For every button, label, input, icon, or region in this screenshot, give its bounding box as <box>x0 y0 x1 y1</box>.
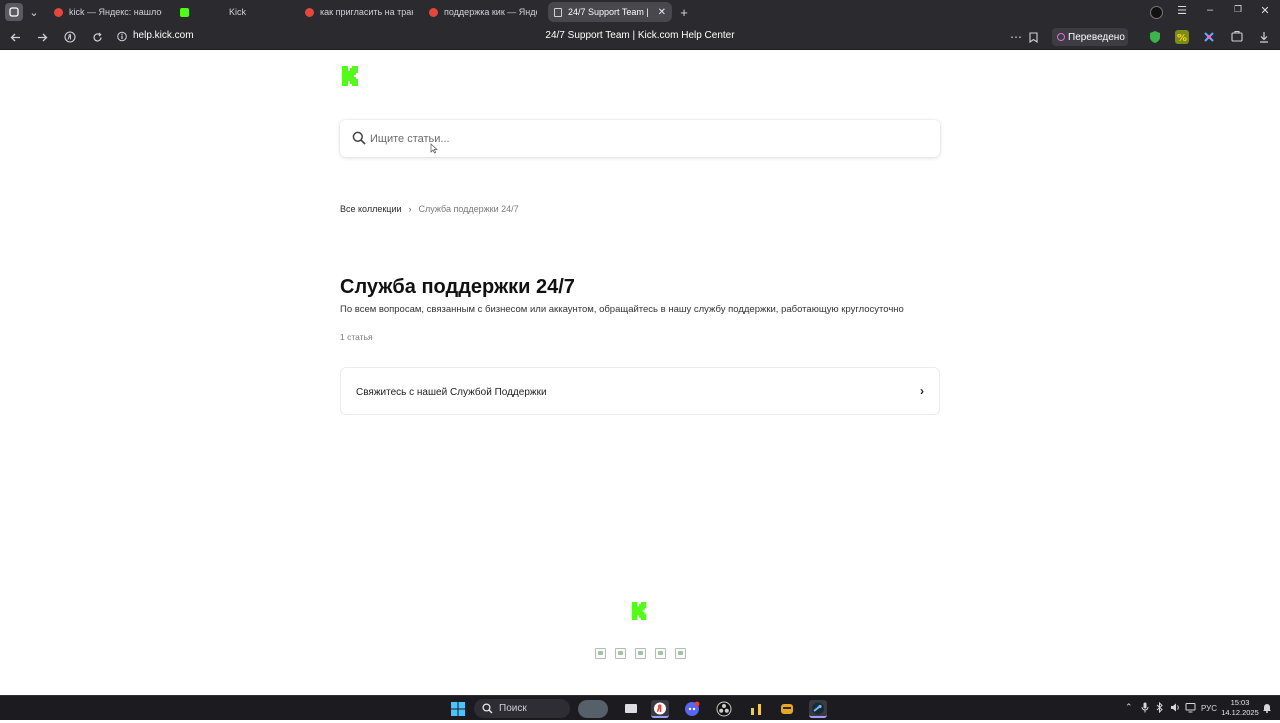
social-image-icon[interactable] <box>595 648 606 659</box>
breadcrumb: Все коллекции › Служба поддержки 24/7 <box>340 204 519 214</box>
tab-kick[interactable]: Kick <box>174 2 294 22</box>
url-text[interactable]: help.kick.com <box>133 30 194 41</box>
steam-icon[interactable] <box>809 700 827 718</box>
arrow-right-icon <box>37 33 47 41</box>
tab-title: kick — Яндекс: нашлось 1 <box>69 7 162 17</box>
svg-text:%: % <box>1177 33 1187 44</box>
windows-icon <box>451 702 465 716</box>
breadcrumb-separator: › <box>408 204 412 214</box>
browser-tab-bar: ⌄ kick — Яндекс: нашлось 1 Kick как приг… <box>0 0 1280 24</box>
translated-button[interactable]: Переведено <box>1052 28 1128 46</box>
social-image-icon[interactable] <box>615 648 626 659</box>
kick-logo-icon[interactable] <box>341 65 361 87</box>
tab-title: 24/7 Support Team | Kic <box>568 7 652 17</box>
minimize-button[interactable]: – <box>1198 4 1222 16</box>
translate-icon <box>1057 33 1065 41</box>
tab-yandex-support[interactable]: поддержка кик — Яндекс <box>423 2 543 22</box>
language-selector[interactable] <box>862 70 865 81</box>
chevron-right-icon: › <box>920 384 924 398</box>
back-button[interactable] <box>7 29 23 45</box>
address-bar: help.kick.com 24/7 Support Team | Kick.c… <box>0 24 1280 50</box>
clock-time: 15:03 <box>1230 698 1250 707</box>
close-icon[interactable]: ✕ <box>658 7 666 18</box>
yandex-browser-icon[interactable] <box>651 700 669 718</box>
windows-taskbar: Поиск ⌃ РУС 15:03 14.12.2025 <box>0 695 1280 720</box>
help-center-page: Все коллекции › Служба поддержки 24/7 Сл… <box>0 50 1280 695</box>
new-tab-button[interactable]: + <box>676 3 692 21</box>
mouse-cursor-icon <box>430 143 438 154</box>
article-count: 1 статья <box>340 332 373 342</box>
maximize-button[interactable]: ❐ <box>1226 4 1250 15</box>
search-icon <box>482 703 493 714</box>
display-icon[interactable] <box>1185 702 1196 715</box>
color-extension-icon[interactable] <box>1202 30 1216 44</box>
yandex-icon <box>429 7 438 17</box>
social-links <box>595 648 686 659</box>
tab-support-team[interactable]: 24/7 Support Team | Kic ✕ <box>548 2 672 22</box>
reload-button[interactable] <box>89 29 105 45</box>
microphone-icon[interactable] <box>1141 702 1149 715</box>
yandex-icon <box>64 31 76 43</box>
tab-title: как пригласить на трансл <box>320 7 413 17</box>
downloads-icon[interactable] <box>1257 30 1271 44</box>
volume-icon[interactable] <box>1170 702 1181 715</box>
search-input[interactable] <box>370 128 920 149</box>
yandex-icon <box>54 7 63 17</box>
input-language[interactable]: РУС <box>1201 704 1217 713</box>
social-image-icon[interactable] <box>655 648 666 659</box>
avatar-icon <box>1149 5 1163 19</box>
menu-icon[interactable]: ☰ <box>1170 4 1194 17</box>
social-image-icon[interactable] <box>635 648 646 659</box>
collection-title: Служба поддержки 24/7 <box>340 276 575 298</box>
coupon-extension-icon[interactable]: % <box>1175 30 1189 44</box>
breadcrumb-current: Служба поддержки 24/7 <box>418 204 519 214</box>
more-options-button[interactable]: ⋯ <box>1008 29 1024 45</box>
weather-widget-icon[interactable] <box>578 700 608 718</box>
tabs-dropdown-button[interactable]: ⌄ <box>26 3 42 21</box>
tab-title: поддержка кик — Яндекс <box>444 7 537 17</box>
article-title: Свяжитесь с нашей Службой Поддержки <box>356 387 547 398</box>
yandex-button[interactable] <box>62 29 78 45</box>
discord-icon[interactable] <box>683 700 701 718</box>
stats-app-icon[interactable] <box>747 700 765 718</box>
browser-logo-icon <box>9 7 19 17</box>
collection-description: По всем вопросам, связанным с бизнесом и… <box>340 304 904 315</box>
profile-avatar[interactable] <box>1148 3 1164 21</box>
system-clock[interactable]: 15:03 14.12.2025 <box>1220 698 1260 718</box>
obs-icon[interactable] <box>715 700 733 718</box>
bookmark-button[interactable] <box>1025 29 1041 45</box>
breadcrumb-all-collections[interactable]: Все коллекции <box>340 204 402 214</box>
refresh-icon <box>92 32 102 41</box>
close-window-button[interactable]: ✕ <box>1253 4 1277 17</box>
game-app-icon[interactable] <box>778 700 796 718</box>
translated-label: Переведено <box>1068 31 1125 43</box>
search-icon <box>352 131 366 145</box>
notifications-icon[interactable] <box>1262 702 1272 715</box>
site-info-icon[interactable] <box>117 31 127 42</box>
yandex-icon <box>305 7 314 17</box>
clock-date: 14.12.2025 <box>1221 708 1259 717</box>
taskbar-search[interactable]: Поиск <box>474 699 570 718</box>
bluetooth-icon[interactable] <box>1156 701 1164 715</box>
taskbar-search-label: Поиск <box>499 703 527 714</box>
start-button[interactable] <box>449 700 467 718</box>
footer-kick-logo-icon[interactable] <box>631 601 649 621</box>
social-image-icon[interactable] <box>675 648 686 659</box>
bookmark-icon <box>1028 31 1038 43</box>
tab-yandex-invite[interactable]: как пригласить на трансл <box>299 2 419 22</box>
tab-yandex-kick[interactable]: kick — Яндекс: нашлось 1 <box>48 2 168 22</box>
forward-button[interactable] <box>34 29 50 45</box>
extensions-icon[interactable] <box>1230 30 1244 44</box>
task-view-icon[interactable] <box>622 700 640 718</box>
tray-expand-icon[interactable]: ⌃ <box>1125 702 1133 713</box>
chevron-down-icon: ⌄ <box>29 6 39 19</box>
tab-title: Kick <box>229 7 247 17</box>
adblock-extension-icon[interactable] <box>1148 30 1162 44</box>
arrow-left-icon <box>10 33 20 41</box>
document-icon <box>554 7 562 17</box>
kick-icon <box>180 7 189 17</box>
browser-menu-button[interactable] <box>5 3 23 21</box>
article-link[interactable]: Свяжитесь с нашей Службой Поддержки › <box>340 367 940 415</box>
